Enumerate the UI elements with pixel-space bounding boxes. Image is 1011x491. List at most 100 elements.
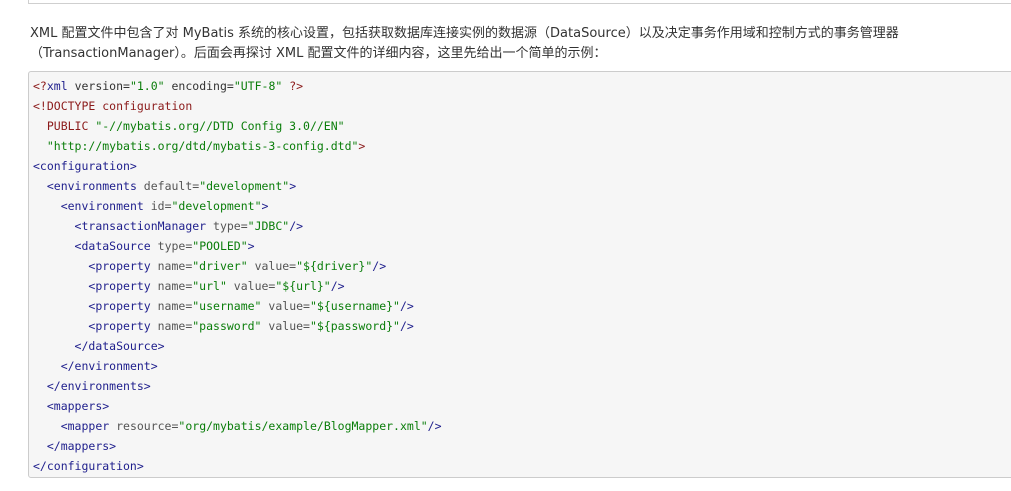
code-token-tag: /> [399,299,414,313]
code-token-pi: <? [33,79,47,93]
code-token-tag: </configuration> [33,459,144,473]
code-token-doctype: <!DOCTYPE configuration [33,99,193,113]
code-token-str: "http://mybatis.org/dtd/mybatis-3-config… [46,139,359,153]
code-token-tag: > [289,179,297,193]
code-line: <dataSource type="POOLED"> [33,236,1011,256]
code-token-str: "username" [192,299,262,313]
code-line: <property name="url" value="${url}"/> [33,276,1011,296]
code-token-tag: </environments> [46,379,151,393]
code-token-tag: /> [399,319,414,333]
code-token-attr: name= [150,279,193,293]
code-token-tag: </mappers> [46,439,117,453]
code-token-attr: default= [136,179,200,193]
code-token-tag: <property [88,279,151,293]
code-token-tag: <property [88,319,151,333]
code-line: PUBLIC "-//mybatis.org//DTD Config 3.0//… [33,116,1011,136]
code-token-doctype: PUBLIC [33,119,96,133]
code-line: "http://mybatis.org/dtd/mybatis-3-config… [33,136,1011,156]
code-token-tag: </environment> [60,359,158,373]
code-token-tag: <environment [60,199,144,213]
code-token-str: "password" [192,319,262,333]
code-token-tag: /> [289,219,304,233]
code-token-str: "POOLED" [192,239,248,253]
code-token-str: "driver" [192,259,248,273]
code-token-str: "UTF-8" [233,79,283,93]
code-token-tag: </dataSource> [74,339,165,353]
code-line: <property name="username" value="${usern… [33,296,1011,316]
xml-code-block[interactable]: <?xml version="1.0" encoding="UTF-8" ?> <… [28,71,1011,478]
code-token-str: "JDBC" [247,219,290,233]
code-token-str: "${password}" [309,319,400,333]
code-line: <configuration> [33,156,1011,176]
code-line: </mappers> [33,436,1011,456]
code-token-tag: <mapper [60,419,110,433]
code-token-attr: type= [206,219,248,233]
code-token-plain: encoding= [164,79,234,93]
code-line: </configuration> [33,456,1011,476]
code-token-str: "development" [199,179,290,193]
code-token-tag: <mappers> [46,399,110,413]
code-line: </environments> [33,376,1011,396]
code-token-tag: <transactionManager [74,219,207,233]
code-token-tag: <property [88,299,151,313]
code-token-attr: resource= [109,419,179,433]
code-token-tag: <dataSource [74,239,151,253]
code-line: <mappers> [33,396,1011,416]
intro-paragraph: XML 配置文件中包含了对 MyBatis 系统的核心设置，包括获取数据库连接实… [30,24,1005,64]
code-token-attr: name= [150,259,193,273]
code-token-pi: ?> [289,79,304,93]
code-token-tag: /> [427,419,442,433]
code-token-tag: <property [88,259,151,273]
code-token-tag: xml [46,79,68,93]
code-token-attr: name= [150,319,193,333]
code-token-str: "${username}" [309,299,400,313]
code-line: <property name="password" value="${passw… [33,316,1011,336]
code-line: <?xml version="1.0" encoding="UTF-8" ?> [33,76,1011,96]
code-token-tag: /> [372,259,387,273]
code-token-str: "${url}" [275,279,331,293]
code-line: </dataSource> [33,336,1011,356]
documentation-page: XML 配置文件中包含了对 MyBatis 系统的核心设置，包括获取数据库连接实… [0,0,1011,491]
code-token-tag: /> [330,279,345,293]
intro-line-1: XML 配置文件中包含了对 MyBatis 系统的核心设置，包括获取数据库连接实… [30,26,899,41]
code-token-attr: type= [150,239,193,253]
code-token-str: "url" [192,279,227,293]
intro-line-2: （TransactionManager）。后面会再探讨 XML 配置文件的详细内… [30,46,607,61]
code-line: <!DOCTYPE configuration [33,96,1011,116]
code-token-attr: value= [247,259,297,273]
code-token-str: "1.0" [129,79,165,93]
code-token-str: "development" [171,199,262,213]
code-token-tag: <environments [46,179,137,193]
code-token-str: "-//mybatis.org//DTD Config 3.0//EN" [95,119,345,133]
code-token-attr: value= [226,279,276,293]
code-token-str: "${driver}" [296,259,373,273]
code-token-attr: value= [261,299,310,313]
code-token-str: "org/mybatis/example/BlogMapper.xml" [178,419,428,433]
code-line: <transactionManager type="JDBC"/> [33,216,1011,236]
code-token-tag: > [261,199,269,213]
code-token-attr: value= [261,319,310,333]
code-line: <mapper resource="org/mybatis/example/Bl… [33,416,1011,436]
code-token-tag: <configuration> [33,159,137,173]
code-token-plain: version= [67,79,130,93]
code-token-tag: > [247,239,255,253]
code-line: <environment id="development"> [33,196,1011,216]
code-line: </environment> [33,356,1011,376]
code-line: <property name="driver" value="${driver}… [33,256,1011,276]
code-token-attr: id= [143,199,172,213]
code-token-doctype: > [358,139,366,153]
